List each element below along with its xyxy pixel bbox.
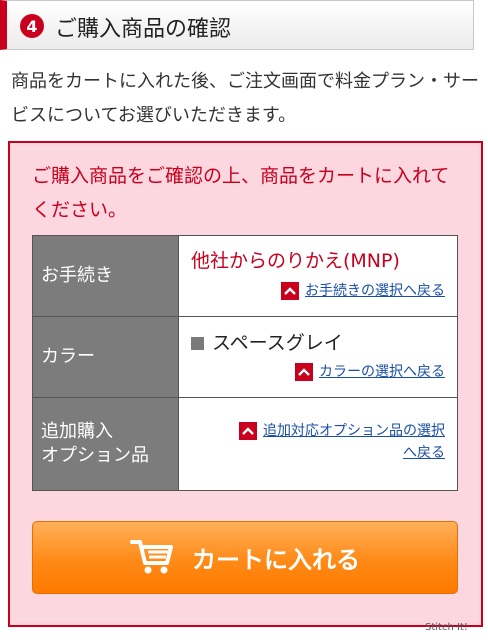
section-header: 4 ご購入商品の確認 — [0, 0, 474, 50]
confirm-message: ご購入商品をご確認の上、商品をカートに入れてください。 — [32, 165, 450, 221]
order-summary-table: お手続き 他社からのりかえ(MNP) お手続きの選択へ戻る カラー スペースグレ… — [32, 235, 458, 491]
back-to-options-link[interactable]: 追加対応オプション品の選択 へ戻る — [239, 420, 445, 464]
shopping-cart-icon — [130, 536, 174, 580]
chevron-up-icon — [239, 422, 257, 440]
table-row: お手続き 他社からのりかえ(MNP) お手続きの選択へ戻る — [32, 235, 458, 317]
chevron-up-icon — [281, 282, 299, 300]
stitch-watermark: Stitch It! — [425, 622, 468, 633]
color-value: スペースグレイ — [212, 332, 343, 354]
table-row: カラー スペースグレイ カラーの選択へ戻る — [32, 316, 458, 398]
color-swatch — [191, 337, 204, 350]
procedure-value: 他社からのりかえ(MNP) — [191, 250, 400, 272]
confirm-box: ご購入商品をご確認の上、商品をカートに入れてください。 お手続き 他社からのりか… — [8, 141, 483, 627]
row-label-procedure: お手続き — [32, 235, 179, 317]
row-label-options: 追加購入 オプション品 — [32, 397, 179, 491]
row-label-color: カラー — [32, 316, 179, 398]
chevron-up-icon — [295, 363, 313, 381]
table-row: 追加購入 オプション品 追加対応オプション品の選択 へ戻る — [32, 397, 458, 491]
back-to-procedure-link[interactable]: お手続きの選択へ戻る — [281, 280, 445, 302]
section-title: ご購入商品の確認 — [55, 17, 232, 42]
back-link-label-cont: へ戻る — [403, 445, 445, 461]
add-to-cart-label: カートに入れる — [192, 546, 360, 574]
back-to-color-link[interactable]: カラーの選択へ戻る — [295, 361, 445, 383]
add-to-cart-button[interactable]: カートに入れる — [32, 521, 458, 594]
back-link-label: お手続きの選択へ戻る — [305, 283, 445, 299]
back-link-label: カラーの選択へ戻る — [319, 364, 445, 380]
step-number-badge: 4 — [20, 14, 44, 38]
intro-text: 商品をカートに入れた後、ご注文画面で料金プラン・サービスについてお選びいただきま… — [11, 71, 479, 126]
back-link-label: 追加対応オプション品の選択 — [263, 423, 445, 439]
